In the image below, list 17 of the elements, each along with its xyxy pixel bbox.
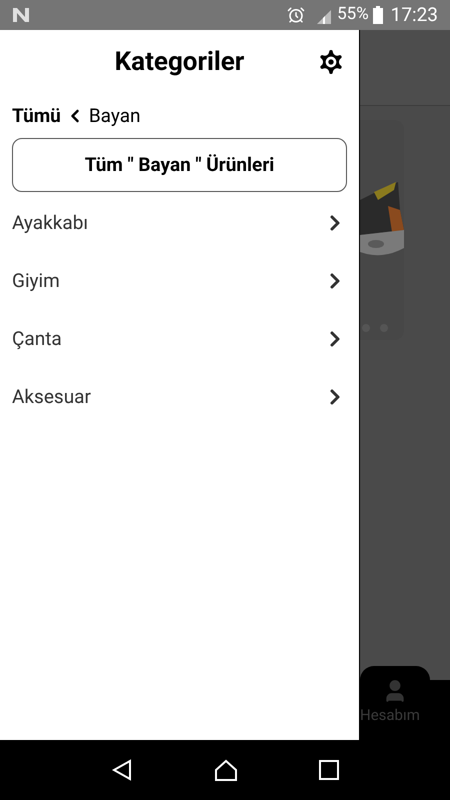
n-logo-icon <box>12 7 30 23</box>
clock-time: 17:23 <box>390 2 438 28</box>
drawer-title: Kategoriler <box>114 46 246 78</box>
battery-percent: 55% <box>337 3 369 26</box>
nav-label: Hesabım <box>360 705 420 726</box>
category-item[interactable]: Ayakkabı <box>0 194 359 252</box>
battery-icon <box>372 6 383 24</box>
back-icon[interactable] <box>110 759 133 781</box>
category-item[interactable]: Giyim <box>0 252 359 310</box>
home-icon[interactable] <box>214 759 238 781</box>
category-item[interactable]: Aksesuar <box>0 368 359 426</box>
breadcrumb-current: Bayan <box>88 102 141 129</box>
breadcrumb-root-link[interactable]: Tümü <box>12 102 61 130</box>
recents-icon[interactable] <box>319 760 340 780</box>
all-products-button[interactable]: Tüm " Bayan " Ürünleri <box>12 138 347 192</box>
alarm-icon <box>287 6 306 24</box>
category-item[interactable]: Çanta <box>0 310 359 368</box>
